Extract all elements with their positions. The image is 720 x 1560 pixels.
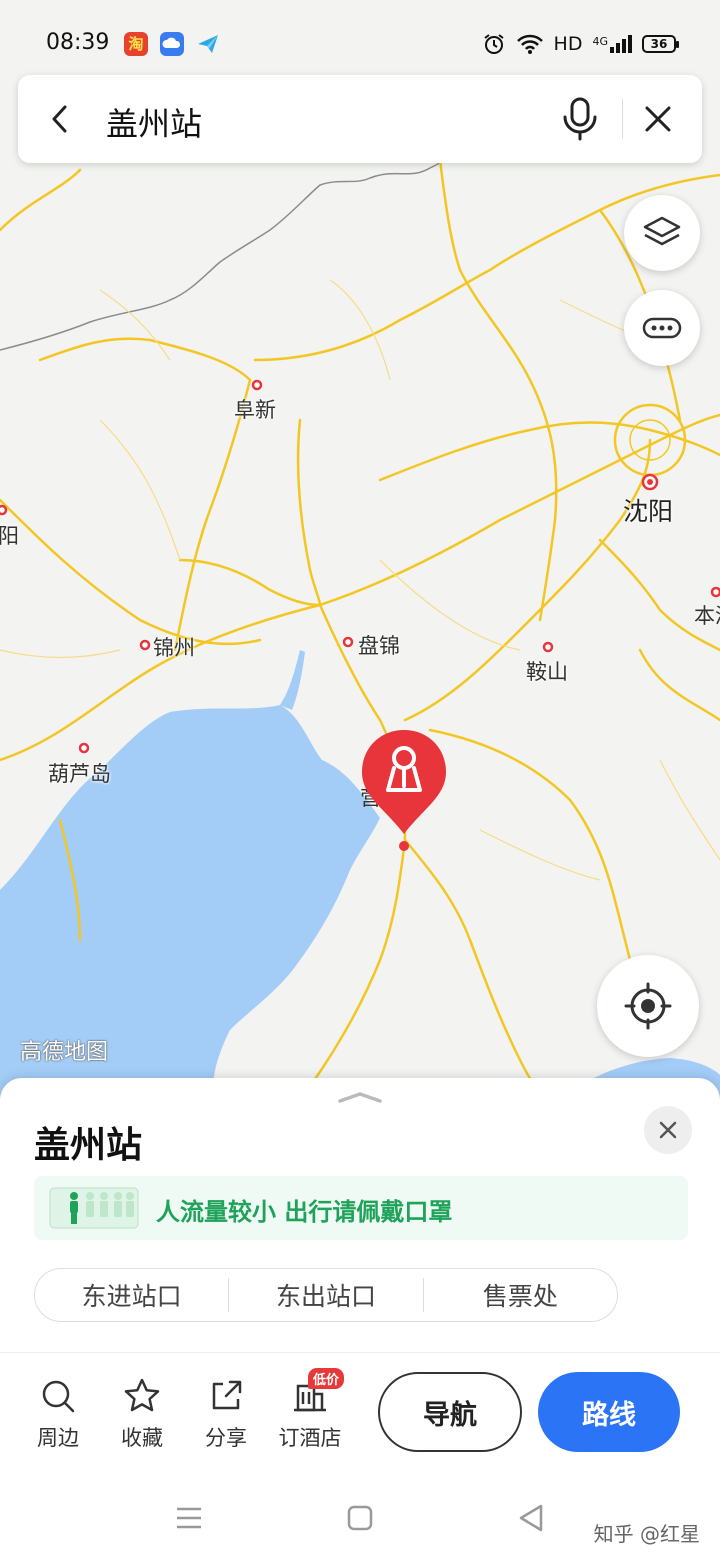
alarm-icon (483, 34, 504, 54)
cloud-icon (160, 32, 184, 56)
map-label-left-edge[interactable]: 阳 (0, 520, 19, 550)
map-label-jinzhou[interactable]: 锦州 (153, 632, 195, 662)
crowd-people-icon (49, 1187, 139, 1229)
menu-icon[interactable] (174, 1504, 204, 1532)
anshan-dot (542, 641, 554, 653)
crowd-notice-banner[interactable]: 人流量较小 出行请佩戴口罩 (34, 1176, 688, 1240)
star-icon (124, 1378, 160, 1412)
close-icon (659, 1121, 677, 1139)
layers-icon (643, 216, 681, 246)
mic-icon[interactable] (554, 93, 606, 145)
map-label-right-edge[interactable]: 本溪 (694, 600, 720, 630)
jinzhou-dot (139, 639, 151, 651)
huludao-dot (78, 742, 90, 754)
favorite-label: 收藏 (121, 1426, 163, 1450)
more-icon (642, 317, 682, 339)
more-button[interactable] (624, 290, 700, 366)
source-credit: 知乎 @红星 (593, 1522, 700, 1546)
book-hotel-button[interactable]: 低价 订酒店 (270, 1368, 350, 1452)
map-label-shenyang[interactable]: 沈阳 (623, 492, 673, 528)
favorite-button[interactable]: 收藏 (102, 1376, 182, 1452)
sheet-handle-icon[interactable] (336, 1090, 384, 1104)
close-icon[interactable] (636, 97, 680, 141)
edge-city-dot (0, 504, 8, 516)
place-title: 盖州站 (34, 1125, 143, 1166)
share-button[interactable]: 分享 (186, 1376, 266, 1452)
status-time: 08:39 (46, 30, 110, 55)
search-divider (622, 99, 623, 139)
book-hotel-label: 订酒店 (278, 1426, 342, 1450)
route-button[interactable]: 路线 (538, 1372, 680, 1452)
entrance-tabs: 东进站口 东出站口 售票处 (34, 1268, 618, 1322)
nearby-label: 周边 (37, 1426, 79, 1450)
map-label-huludao[interactable]: 葫芦岛 (48, 758, 111, 788)
battery-icon: 36 (642, 35, 679, 53)
entrance-east-in[interactable]: 东进站口 (35, 1277, 228, 1313)
map-canvas[interactable]: 营 (0, 0, 720, 1100)
sheet-close-button[interactable] (644, 1106, 692, 1154)
fuxin-dot (251, 379, 263, 391)
panjin-dot (342, 636, 354, 648)
ticket-office[interactable]: 售票处 (424, 1277, 617, 1313)
hd-indicator: HD (553, 33, 583, 55)
locate-button[interactable] (597, 955, 699, 1057)
home-icon[interactable] (346, 1504, 374, 1532)
wifi-icon (516, 34, 543, 54)
back-nav-icon[interactable] (516, 1502, 546, 1534)
map-label-panjin[interactable]: 盘锦 (358, 630, 400, 660)
network-type: 4G (592, 35, 608, 48)
share-label: 分享 (205, 1426, 247, 1450)
navigate-button[interactable]: 导航 (378, 1372, 522, 1452)
locate-icon (624, 982, 672, 1030)
map-watermark: 高德地图 (20, 1040, 109, 1065)
search-icon (42, 1380, 75, 1413)
layers-button[interactable] (624, 195, 700, 271)
search-query[interactable]: 盖州站 (106, 99, 202, 145)
nearby-button[interactable]: 周边 (18, 1376, 98, 1452)
signal-icon: 4G (592, 35, 632, 53)
taobao-icon: 淘 (124, 32, 148, 56)
back-icon[interactable] (38, 97, 82, 141)
entrance-east-out[interactable]: 东出站口 (229, 1277, 422, 1313)
low-price-badge: 低价 (308, 1368, 345, 1389)
map-label-fuxin[interactable]: 阜新 (234, 394, 276, 424)
map-label-anshan[interactable]: 鞍山 (526, 656, 568, 686)
paper-plane-icon (196, 32, 220, 56)
crowd-notice-text: 人流量较小 出行请佩戴口罩 (156, 1198, 453, 1226)
share-icon (212, 1380, 242, 1410)
place-detail-sheet: 盖州站 人流量较小 出行请佩戴口罩 东进站口 东出站口 售票处 周边 收藏 分享… (0, 1078, 720, 1560)
sheet-divider (0, 1352, 720, 1353)
benxi-dot (710, 586, 720, 598)
search-bar[interactable]: 盖州站 (18, 75, 702, 163)
